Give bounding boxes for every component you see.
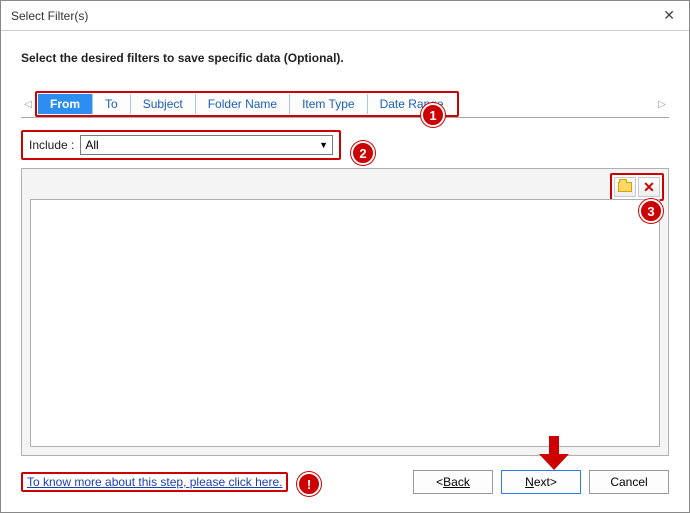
help-link-box: To know more about this step, please cli… <box>21 472 288 492</box>
tab-subject[interactable]: Subject <box>131 94 196 114</box>
help-link[interactable]: To know more about this step, please cli… <box>27 475 282 489</box>
annotation-1: 1 <box>421 103 445 127</box>
tab-from[interactable]: From <box>38 94 93 114</box>
remove-button[interactable]: ✕ <box>638 177 660 197</box>
next-button[interactable]: Next > <box>501 470 581 494</box>
tab-strip: ◁ From To Subject Folder Name Item Type … <box>21 91 669 118</box>
delete-x-icon: ✕ <box>643 180 655 194</box>
tab-scroll-right-icon[interactable]: ▷ <box>655 99 669 110</box>
tab-item-type[interactable]: Item Type <box>290 94 367 114</box>
include-dropdown[interactable]: All ▼ <box>80 135 333 155</box>
arrow-down-icon <box>539 436 569 470</box>
title-bar: Select Filter(s) ✕ <box>1 1 689 31</box>
dialog-body: Select the desired filters to save speci… <box>1 31 689 466</box>
tab-to[interactable]: To <box>93 94 131 114</box>
include-value: All <box>85 138 98 152</box>
tab-folder-name[interactable]: Folder Name <box>196 94 290 114</box>
back-label: Back <box>443 475 470 489</box>
button-row: < Back Next > Cancel <box>413 470 669 494</box>
back-button[interactable]: < Back <box>413 470 493 494</box>
instruction-text: Select the desired filters to save speci… <box>21 51 669 65</box>
window-title: Select Filter(s) <box>11 9 88 23</box>
browse-button[interactable] <box>614 177 636 197</box>
folder-icon <box>618 182 632 192</box>
annotation-2: 2 <box>351 141 375 165</box>
chevron-down-icon: ▼ <box>319 140 328 150</box>
include-row: Include : All ▼ <box>21 130 341 160</box>
cancel-button[interactable]: Cancel <box>589 470 669 494</box>
annotation-help: ! <box>297 472 321 496</box>
filter-tabs: From To Subject Folder Name Item Type Da… <box>35 91 459 117</box>
close-icon[interactable]: ✕ <box>657 5 681 26</box>
next-label: Next <box>525 475 550 489</box>
panel-toolbar: ✕ <box>610 173 664 201</box>
items-list[interactable] <box>30 199 660 447</box>
items-panel: ✕ <box>21 168 669 456</box>
tab-scroll-left-icon[interactable]: ◁ <box>21 99 35 110</box>
dialog-footer: To know more about this step, please cli… <box>21 470 669 494</box>
annotation-3: 3 <box>639 199 663 223</box>
include-label: Include : <box>29 138 74 152</box>
